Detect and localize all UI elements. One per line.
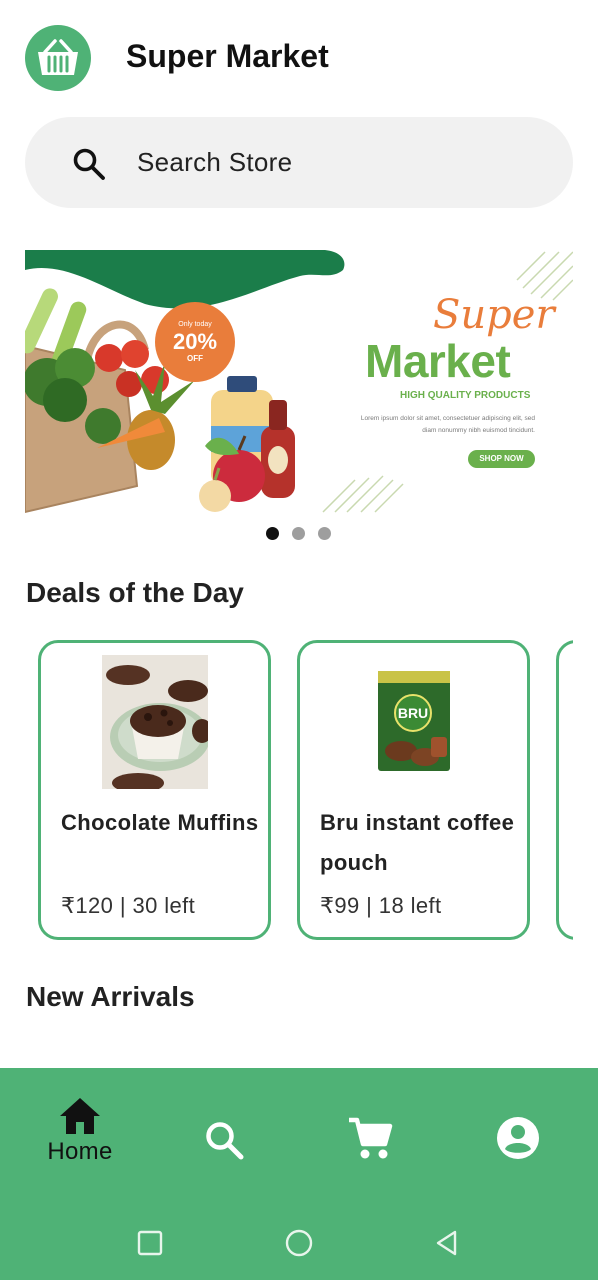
app-header: Super Market: [0, 0, 598, 110]
deal-card-partial[interactable]: [556, 640, 573, 940]
search-icon: [206, 1122, 244, 1160]
carousel-dot-3[interactable]: [318, 527, 331, 540]
deal-card[interactable]: Chocolate Muffins ₹120 | 30 left: [38, 640, 271, 940]
back-icon[interactable]: [432, 1228, 462, 1258]
deals-section-title: Deals of the Day: [26, 577, 244, 608]
banner-tagline: HIGH QUALITY PRODUCTS: [400, 390, 531, 401]
carousel-indicator: [0, 527, 598, 541]
new-arrivals-title: New Arrivals: [26, 981, 195, 1012]
deal-price-stock: ₹120 | 30 left: [61, 893, 196, 918]
nav-account[interactable]: [458, 1096, 578, 1186]
search-bar[interactable]: Search Store: [25, 117, 573, 208]
promo-off-text: OFF: [187, 354, 203, 363]
app-title: Super Market: [126, 38, 329, 74]
nav-cart[interactable]: [310, 1096, 430, 1186]
coffee-pouch-photo: BRU: [361, 655, 467, 789]
deals-carousel[interactable]: Chocolate Muffins ₹120 | 30 left BRU Bru…: [25, 640, 573, 942]
bottom-navigation: Home: [0, 1068, 598, 1280]
deal-title: Chocolate Muffins: [61, 810, 259, 835]
deal-price-stock: ₹99 | 18 left: [320, 893, 442, 918]
app-logo[interactable]: [25, 25, 91, 91]
promo-banner[interactable]: Only today 20% OFF Super Market HIGH QUA…: [25, 250, 573, 514]
nav-search[interactable]: [165, 1096, 285, 1186]
cart-icon: [349, 1117, 393, 1159]
home-circle-icon[interactable]: [284, 1228, 314, 1258]
nav-home[interactable]: Home: [20, 1096, 140, 1186]
deal-title: Bru instant coffee pouch: [320, 810, 515, 875]
carousel-dot-2[interactable]: [292, 527, 305, 540]
account-icon: [497, 1117, 539, 1159]
basket-icon: [38, 39, 78, 75]
svg-text:BRU: BRU: [398, 705, 428, 721]
carousel-dot-1[interactable]: [266, 527, 279, 540]
banner-title-line1: Super: [433, 292, 555, 338]
shop-now-button[interactable]: SHOP NOW: [468, 450, 535, 468]
muffin-photo: [102, 655, 208, 789]
promo-percent: 20%: [172, 329, 218, 354]
recents-icon[interactable]: [135, 1228, 165, 1258]
promo-small-text: Only today: [178, 321, 212, 328]
home-icon: [60, 1098, 100, 1134]
deal-card[interactable]: BRU Bru instant coffee pouch ₹99 | 18 le…: [297, 640, 530, 940]
discount-badge: Only today 20% OFF: [155, 302, 235, 382]
system-navigation-bar: [0, 1218, 598, 1268]
nav-home-label: Home: [47, 1138, 113, 1165]
banner-title-line2: Market: [365, 335, 511, 387]
search-icon: [73, 148, 105, 180]
banner-body: Lorem ipsum dolor sit amet, consectetuer…: [360, 415, 535, 434]
search-input[interactable]: Search Store: [137, 147, 292, 178]
